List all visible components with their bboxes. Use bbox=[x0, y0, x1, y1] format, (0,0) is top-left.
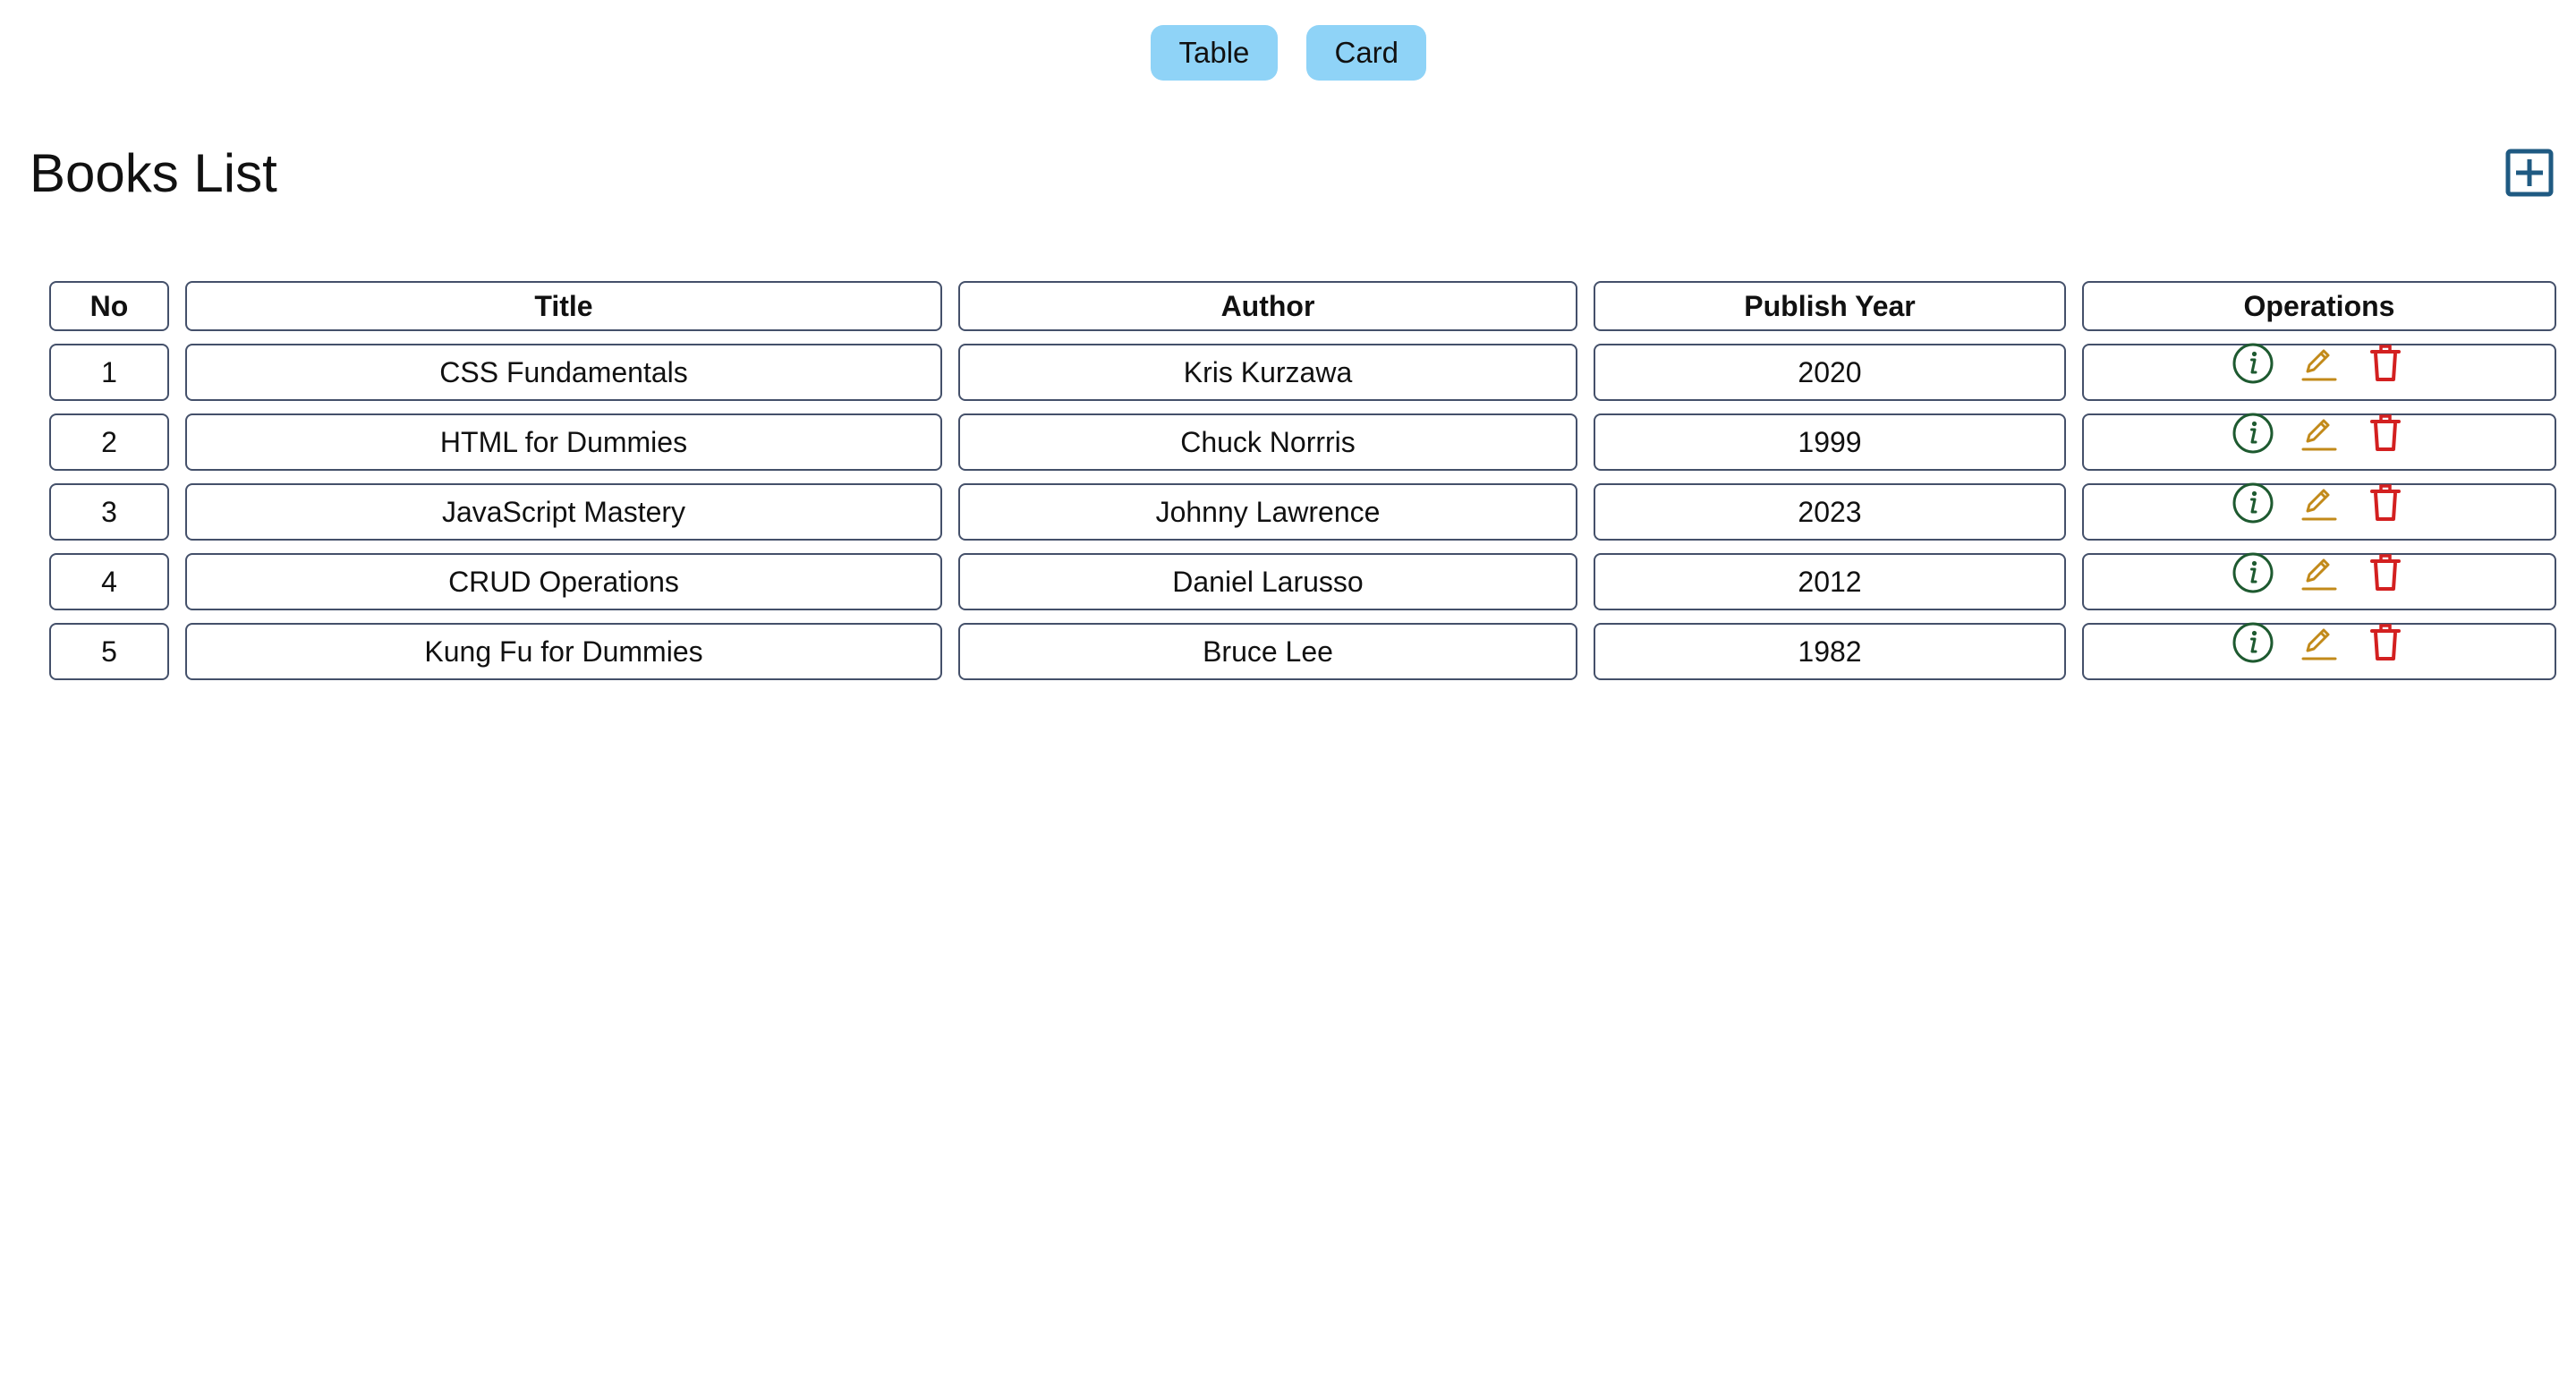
plus-square-icon bbox=[2505, 149, 2554, 197]
cell-no: 5 bbox=[49, 623, 169, 680]
trash-icon[interactable] bbox=[2364, 551, 2407, 594]
cell-author: Bruce Lee bbox=[958, 623, 1577, 680]
column-header-publish-year: Publish Year bbox=[1594, 281, 2066, 331]
cell-no: 3 bbox=[49, 483, 169, 541]
edit-pencil-icon[interactable] bbox=[2298, 621, 2341, 664]
info-circle-icon[interactable] bbox=[2232, 342, 2274, 385]
table-row: 5 Kung Fu for Dummies Bruce Lee 1982 bbox=[49, 622, 2556, 680]
cell-operations bbox=[2082, 413, 2556, 471]
column-header-no: No bbox=[49, 281, 169, 331]
info-circle-icon[interactable] bbox=[2232, 551, 2274, 594]
column-header-operations: Operations bbox=[2082, 281, 2556, 331]
books-table: No Title Author Publish Year Operations … bbox=[33, 268, 2572, 693]
table-view-button[interactable]: Table bbox=[1150, 25, 1278, 81]
cell-no: 4 bbox=[49, 553, 169, 610]
cell-title: JavaScript Mastery bbox=[185, 483, 942, 541]
edit-pencil-icon[interactable] bbox=[2298, 551, 2341, 594]
cell-no: 2 bbox=[49, 413, 169, 471]
cell-publish-year: 1982 bbox=[1594, 623, 2066, 680]
cell-title: Kung Fu for Dummies bbox=[185, 623, 942, 680]
trash-icon[interactable] bbox=[2364, 412, 2407, 455]
cell-author: Johnny Lawrence bbox=[958, 483, 1577, 541]
trash-icon[interactable] bbox=[2364, 342, 2407, 385]
cell-publish-year: 2020 bbox=[1594, 344, 2066, 401]
info-circle-icon[interactable] bbox=[2232, 412, 2274, 455]
operations-group bbox=[2084, 619, 2555, 666]
view-toggle: Table Card bbox=[0, 25, 2576, 81]
table-row: 4 CRUD Operations Daniel Larusso 2012 bbox=[49, 550, 2556, 610]
operations-group bbox=[2084, 410, 2555, 456]
cell-author: Daniel Larusso bbox=[958, 553, 1577, 610]
cell-publish-year: 2012 bbox=[1594, 553, 2066, 610]
cell-publish-year: 1999 bbox=[1594, 413, 2066, 471]
card-view-button[interactable]: Card bbox=[1305, 25, 1426, 81]
cell-publish-year: 2023 bbox=[1594, 483, 2066, 541]
cell-title: CRUD Operations bbox=[185, 553, 942, 610]
table-row: 3 JavaScript Mastery Johnny Lawrence 202… bbox=[49, 480, 2556, 541]
column-header-author: Author bbox=[958, 281, 1577, 331]
edit-pencil-icon[interactable] bbox=[2298, 342, 2341, 385]
cell-operations bbox=[2082, 480, 2556, 541]
cell-operations bbox=[2082, 550, 2556, 610]
table-header-row: No Title Author Publish Year Operations bbox=[49, 281, 2556, 331]
trash-icon[interactable] bbox=[2364, 621, 2407, 664]
table-row: 2 HTML for Dummies Chuck Norrris 1999 bbox=[49, 413, 2556, 471]
page-title: Books List bbox=[30, 143, 277, 203]
info-circle-icon[interactable] bbox=[2232, 481, 2274, 524]
cell-no: 1 bbox=[49, 344, 169, 401]
trash-icon[interactable] bbox=[2364, 481, 2407, 524]
operations-group bbox=[2084, 480, 2555, 526]
cell-title: HTML for Dummies bbox=[185, 413, 942, 471]
add-book-button[interactable] bbox=[2505, 149, 2554, 197]
cell-author: Chuck Norrris bbox=[958, 413, 1577, 471]
edit-pencil-icon[interactable] bbox=[2298, 412, 2341, 455]
table-row: 1 CSS Fundamentals Kris Kurzawa 2020 bbox=[49, 343, 2556, 401]
edit-pencil-icon[interactable] bbox=[2298, 481, 2341, 524]
info-circle-icon[interactable] bbox=[2232, 621, 2274, 664]
cell-author: Kris Kurzawa bbox=[958, 344, 1577, 401]
operations-group bbox=[2084, 550, 2555, 596]
column-header-title: Title bbox=[185, 281, 942, 331]
cell-title: CSS Fundamentals bbox=[185, 344, 942, 401]
cell-operations bbox=[2082, 343, 2556, 401]
cell-operations bbox=[2082, 622, 2556, 680]
operations-group bbox=[2084, 340, 2555, 387]
